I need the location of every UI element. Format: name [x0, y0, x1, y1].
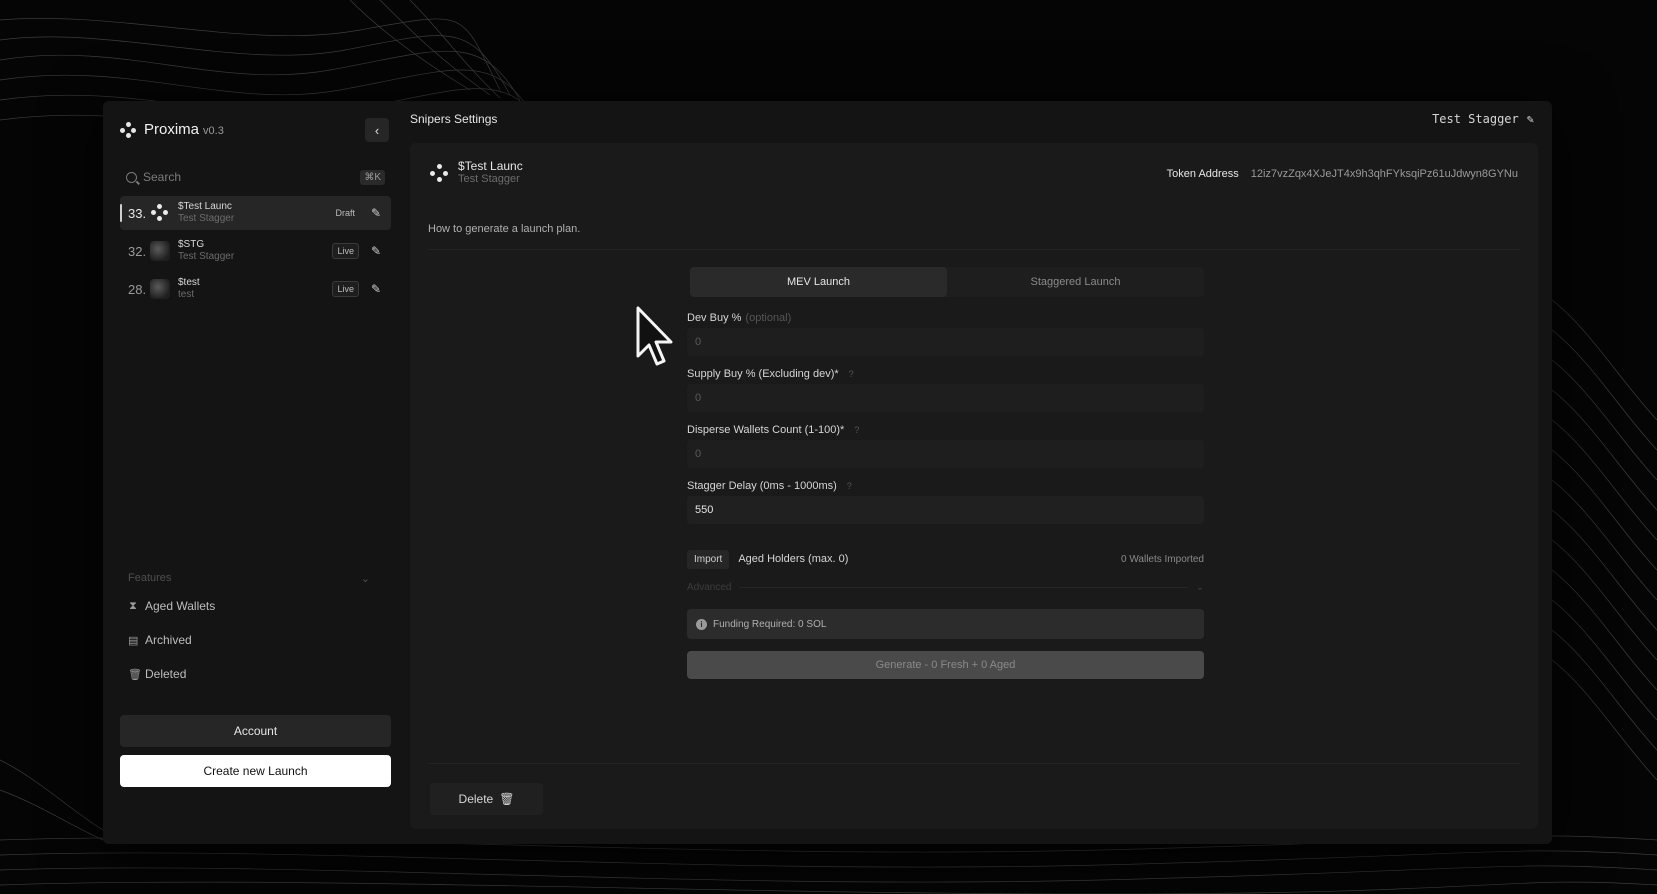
search-icon	[126, 171, 137, 183]
supply-buy-field: Supply Buy % (Excluding dev)* ? 0	[687, 366, 1204, 412]
collapse-sidebar-button[interactable]: ‹	[365, 118, 389, 142]
create-new-launch-button[interactable]: Create new Launch	[120, 755, 391, 787]
funding-text: Funding Required: 0 SOL	[713, 618, 827, 630]
sidebar-item-label: Archived	[145, 633, 192, 647]
launch-type-tabs: MEV Launch Staggered Launch	[690, 267, 1204, 297]
dev-buy-input[interactable]: 0	[687, 328, 1204, 356]
launch-subtitle: test	[178, 289, 195, 300]
proxima-logo-icon	[120, 121, 136, 138]
token-subtitle: Test Stagger	[458, 173, 520, 185]
app-version: v0.3	[203, 125, 224, 137]
field-label: Stagger Delay (0ms - 1000ms)	[687, 480, 837, 492]
sidebar-item-label: Deleted	[145, 667, 187, 681]
funding-notice: i Funding Required: 0 SOL	[687, 609, 1204, 639]
token-name: $Test Launc	[458, 159, 523, 173]
trash-icon: 🗑	[128, 668, 142, 681]
help-icon[interactable]: ?	[854, 425, 859, 435]
token-avatar	[150, 241, 170, 261]
launch-item[interactable]: 32. $STG Test Stagger Live ✎	[120, 234, 391, 268]
info-icon: i	[696, 618, 707, 630]
dev-buy-field: Dev Buy % (optional) 0	[687, 310, 1204, 356]
import-button[interactable]: Import	[687, 549, 730, 569]
disperse-wallets-field: Disperse Wallets Count (1-100)* ? 0	[687, 422, 1204, 468]
edit-pencil-icon[interactable]: ✎	[369, 282, 383, 296]
sidebar: Proxima v0.3 ‹ Search ⌘K 33. $Test Launc…	[103, 101, 397, 844]
launch-number: 32.	[128, 243, 147, 259]
sidebar-item-aged-wallets[interactable]: ⧗ Aged Wallets	[128, 599, 215, 613]
launch-item[interactable]: 33. $Test Launc Test Stagger Draft ✎	[120, 196, 391, 230]
status-badge: Draft	[335, 208, 355, 218]
aged-holders-label: Aged Holders (max. 0)	[738, 553, 849, 565]
search-bar[interactable]: Search ⌘K	[120, 165, 391, 189]
divider	[428, 763, 1520, 764]
edit-pencil-icon[interactable]: ✎	[369, 206, 383, 220]
status-badge: Live	[332, 281, 359, 297]
launch-subtitle: Test Stagger	[178, 213, 235, 224]
token-avatar	[150, 279, 170, 299]
launch-name-header[interactable]: Test Stagger ✎	[1432, 112, 1534, 126]
edit-pencil-icon[interactable]: ✎	[369, 244, 383, 258]
howto-text: How to generate a launch plan.	[428, 223, 581, 235]
field-label: Supply Buy % (Excluding dev)*	[687, 368, 839, 380]
launch-title: $test	[178, 277, 200, 288]
divider	[739, 587, 1188, 588]
token-address: Token Address 12iz7vzZqx4XJeJT4x9h3qhFYk…	[1167, 168, 1518, 180]
app-name: Proxima	[144, 121, 200, 138]
launch-title: $STG	[178, 239, 205, 250]
divider	[428, 249, 1520, 250]
delete-button[interactable]: Delete 🗑	[430, 783, 543, 815]
chevron-left-icon: ‹	[374, 122, 380, 138]
launch-title: $Test Launc	[178, 201, 232, 212]
field-label: Disperse Wallets Count (1-100)*	[687, 424, 845, 436]
stagger-delay-input[interactable]: 550	[687, 496, 1204, 524]
token-address-value[interactable]: 12iz7vzZqx4XJeJT4x9h3qhFYksqiPz61uJdwyn8…	[1251, 168, 1518, 180]
supply-buy-input[interactable]: 0	[687, 384, 1204, 412]
proxima-logo-icon	[430, 164, 448, 182]
page-title: Snipers Settings	[410, 112, 498, 126]
launch-number: 28.	[128, 281, 147, 297]
advanced-toggle[interactable]: Advanced ⌄	[687, 582, 1204, 593]
launch-name-label: Test Stagger	[1432, 112, 1519, 126]
stagger-delay-field: Stagger Delay (0ms - 1000ms) ? 550	[687, 478, 1204, 524]
sidebar-item-deleted[interactable]: 🗑 Deleted	[128, 667, 186, 681]
wallets-imported-count: 0 Wallets Imported	[1121, 553, 1204, 565]
chevron-down-icon: ⌄	[1195, 582, 1204, 593]
launch-subtitle: Test Stagger	[178, 251, 235, 262]
features-label: Features	[128, 572, 172, 584]
launch-list: 33. $Test Launc Test Stagger Draft ✎ 32.…	[120, 196, 391, 310]
search-input[interactable]: Search	[143, 170, 181, 184]
advanced-label: Advanced	[687, 582, 732, 593]
features-section-toggle[interactable]: Features ⌄	[128, 572, 370, 585]
edit-pencil-icon[interactable]: ✎	[1527, 112, 1534, 126]
trash-icon: 🗑	[499, 792, 515, 806]
status-badge: Live	[332, 243, 359, 259]
delete-label: Delete	[458, 792, 494, 806]
field-label: Dev Buy %	[687, 312, 742, 324]
help-icon[interactable]: ?	[847, 481, 852, 491]
tab-staggered-launch[interactable]: Staggered Launch	[947, 267, 1204, 297]
token-address-label: Token Address	[1166, 168, 1239, 180]
account-button[interactable]: Account	[120, 715, 391, 747]
brand: Proxima v0.3	[120, 121, 224, 138]
disperse-wallets-input[interactable]: 0	[687, 440, 1204, 468]
proxima-logo-icon	[150, 203, 170, 223]
archive-icon: ▤	[128, 634, 139, 647]
aged-holders-row: Import Aged Holders (max. 0) 0 Wallets I…	[687, 548, 1204, 570]
main-panel: $Test Launc Test Stagger Token Address 1…	[410, 143, 1538, 829]
chevron-down-icon: ⌄	[360, 573, 370, 585]
sidebar-item-label: Aged Wallets	[145, 599, 216, 613]
help-icon[interactable]: ?	[849, 369, 854, 379]
generate-button[interactable]: Generate - 0 Fresh + 0 Aged	[687, 651, 1204, 679]
mouse-pointer-icon	[636, 306, 673, 366]
hourglass-icon: ⧗	[129, 599, 137, 612]
tab-mev-launch[interactable]: MEV Launch	[690, 267, 947, 297]
app-window: Proxima v0.3 ‹ Search ⌘K 33. $Test Launc…	[103, 101, 1552, 844]
launch-item[interactable]: 28. $test test Live ✎	[120, 272, 391, 306]
token-header: $Test Launc Test Stagger	[430, 160, 523, 186]
sidebar-item-archived[interactable]: ▤ Archived	[128, 633, 192, 647]
optional-hint: (optional)	[745, 312, 792, 324]
launch-number: 33.	[128, 205, 147, 221]
search-shortcut: ⌘K	[360, 169, 385, 185]
